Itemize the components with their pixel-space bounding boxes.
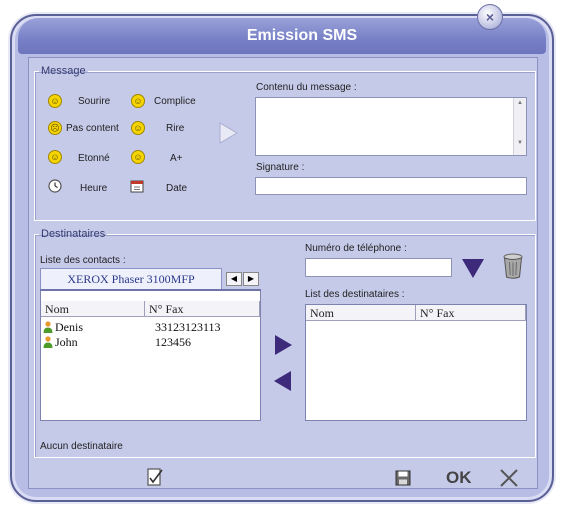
sad-icon[interactable]: ☹ — [48, 121, 62, 135]
save-icon[interactable] — [395, 470, 411, 486]
phone-label: Numéro de téléphone : — [305, 243, 407, 254]
emoticon-pas-content[interactable]: Pas content — [66, 123, 119, 134]
trash-icon[interactable] — [502, 253, 524, 279]
message-content-textarea[interactable]: ▲ ▼ — [255, 97, 527, 156]
window-title: Emission SMS — [246, 27, 358, 44]
contacts-tab-label: XEROX Phaser 3100MFP — [67, 272, 195, 286]
contact-row[interactable]: Denis 33123123113 — [41, 320, 260, 334]
contact-name: John — [55, 335, 78, 349]
content-label: Contenu du message : — [256, 82, 357, 93]
tab-scroll-right-icon[interactable]: ▶ — [243, 272, 259, 286]
contacts-tab[interactable]: XEROX Phaser 3100MFP — [40, 268, 222, 289]
signature-input[interactable] — [255, 177, 527, 195]
phone-number-input[interactable] — [305, 258, 452, 277]
ok-button[interactable]: OK — [446, 468, 472, 488]
contacts-col-fax[interactable]: N° Fax — [145, 301, 260, 317]
scroll-up-icon[interactable]: ▲ — [514, 100, 526, 106]
insert-time-label[interactable]: Heure — [80, 183, 107, 194]
emoticon-rire[interactable]: Rire — [166, 123, 184, 134]
emoticon-etonne[interactable]: Etonné — [78, 153, 110, 164]
signature-label: Signature : — [256, 162, 305, 173]
scroll-down-icon[interactable]: ▼ — [514, 140, 526, 146]
dest-list-label: List des destinataires : — [305, 289, 405, 300]
contacts-label: Liste des contacts : — [40, 255, 126, 266]
contact-person-icon — [43, 336, 53, 348]
emoticon-sourire[interactable]: Sourire — [78, 96, 110, 107]
signature-value — [256, 178, 526, 182]
message-legend: Message — [41, 65, 86, 77]
emoticon-complice[interactable]: Complice — [154, 96, 196, 107]
recipients-legend: Destinataires — [41, 228, 106, 240]
cancel-icon[interactable] — [499, 468, 519, 488]
contact-fax: 33123123113 — [155, 320, 221, 334]
wink-icon[interactable]: ☺ — [131, 94, 145, 108]
emoticon-a-plus[interactable]: A+ — [170, 153, 183, 164]
contact-row[interactable]: John 123456 — [41, 335, 260, 349]
contacts-col-name[interactable]: Nom — [41, 301, 145, 317]
tab-scroll-left-icon[interactable]: ◀ — [226, 272, 242, 286]
title-bar: Emission SMS — [18, 18, 546, 54]
recipients-table: Nom N° Fax — [305, 304, 527, 421]
textarea-scrollbar[interactable]: ▲ ▼ — [513, 98, 526, 155]
contact-person-icon — [43, 321, 53, 333]
laugh-icon[interactable]: ☺ — [131, 121, 145, 135]
dest-col-fax[interactable]: N° Fax — [416, 305, 526, 321]
phone-number-value — [306, 259, 451, 263]
remove-recipient-arrow-icon[interactable] — [273, 370, 293, 392]
close-icon[interactable]: × — [477, 4, 503, 30]
clock-icon[interactable] — [48, 179, 62, 193]
spellcheck-icon[interactable] — [145, 466, 165, 488]
message-content-value — [256, 98, 526, 102]
add-recipient-arrow-icon[interactable] — [273, 334, 293, 356]
insert-date-label[interactable]: Date — [166, 183, 187, 194]
contact-fax: 123456 — [155, 335, 191, 349]
calendar-icon[interactable] — [130, 179, 144, 193]
dest-col-name[interactable]: Nom — [306, 305, 416, 321]
smile-icon[interactable]: ☺ — [48, 94, 62, 108]
recipients-status: Aucun destinataire — [40, 441, 123, 452]
add-phone-down-arrow-icon[interactable] — [461, 257, 485, 279]
kiss-icon[interactable]: ☺ — [131, 150, 145, 164]
surprised-icon[interactable]: ☺ — [48, 150, 62, 164]
insert-arrow-icon[interactable] — [218, 122, 238, 144]
contact-name: Denis — [55, 320, 83, 334]
contacts-table: Nom N° Fax Denis 33123123113 John 123456 — [40, 289, 261, 421]
